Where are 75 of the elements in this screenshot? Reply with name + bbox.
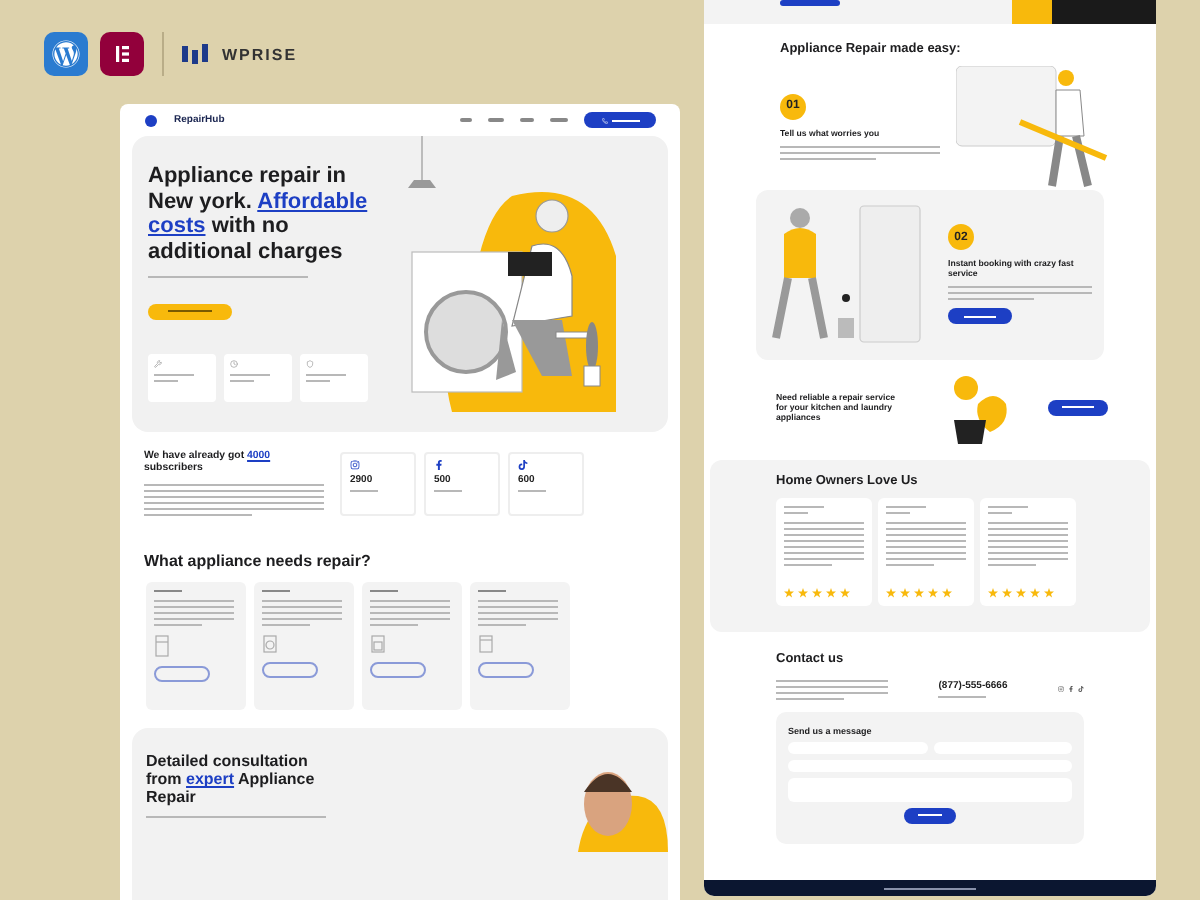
dishwasher-icon [478, 634, 494, 654]
text-placeholder-lines [784, 521, 864, 566]
text-placeholder-lines [948, 286, 1092, 301]
text-placeholder-lines [154, 590, 182, 592]
washing-machine-icon [262, 634, 278, 654]
star-icon [1030, 587, 1040, 598]
phone-icon [601, 117, 607, 123]
photo-placeholder [1012, 0, 1156, 24]
appliance-card[interactable] [146, 582, 246, 710]
book-button[interactable] [948, 308, 1012, 325]
star-icon [840, 587, 850, 598]
wordpress-logo [44, 32, 88, 76]
brand-name: WPRISE [222, 45, 298, 63]
text-placeholder-lines [988, 505, 1028, 514]
text-placeholder-lines [154, 373, 194, 382]
star-icon [928, 587, 938, 598]
text-placeholder-lines [478, 590, 506, 592]
star-icon [1002, 587, 1012, 598]
star-icon [1044, 587, 1054, 598]
text-placeholder-lines [370, 600, 450, 626]
star-icon [900, 587, 910, 598]
star-icon [942, 587, 952, 598]
star-icon [812, 587, 822, 598]
text-placeholder-lines [518, 490, 546, 492]
text-placeholder-lines [938, 696, 987, 699]
star-icon [886, 587, 896, 598]
outline-button[interactable] [154, 666, 210, 682]
star-icon [1016, 587, 1026, 598]
text-placeholder-lines [434, 490, 462, 492]
star-icon [988, 587, 998, 598]
appliance-card[interactable] [362, 582, 462, 710]
facebook-icon[interactable] [1068, 686, 1074, 693]
instagram-icon[interactable] [1058, 686, 1064, 693]
appliance-card[interactable] [470, 582, 570, 710]
pill-button[interactable] [780, 0, 840, 6]
logo-icon [144, 113, 158, 127]
wrench-icon [154, 359, 162, 368]
text-placeholder-lines [370, 590, 398, 592]
outline-button[interactable] [262, 662, 318, 678]
section-heading: What appliance needs repair? [142, 550, 373, 574]
outline-button[interactable] [478, 662, 534, 678]
star-icon [784, 587, 794, 598]
clock-icon [230, 359, 238, 368]
text-placeholder-lines [988, 521, 1068, 566]
tiktok-icon[interactable] [1078, 686, 1084, 693]
star-icon [914, 587, 924, 598]
fridge-icon [154, 634, 170, 658]
contact-button[interactable] [1048, 399, 1108, 416]
text-placeholder-lines [350, 490, 378, 492]
text-placeholder-lines [306, 373, 346, 382]
text-placeholder-lines [262, 600, 342, 626]
phone-button[interactable] [584, 112, 656, 128]
call-button[interactable] [148, 303, 232, 320]
section-heading: Detailed consultation from expert Appliance Repair [146, 752, 317, 808]
text-placeholder-lines [776, 679, 888, 700]
tiktok-icon [518, 460, 528, 470]
section-heading: Appliance repair in New york. Affordable costs with no additional charges [148, 164, 370, 266]
star-icon [826, 587, 836, 598]
text-placeholder-lines [262, 590, 290, 592]
send-button[interactable] [904, 807, 956, 824]
outline-button[interactable] [370, 662, 426, 678]
star-icon [798, 587, 808, 598]
elementor-logo [100, 32, 144, 76]
instagram-icon [350, 460, 360, 470]
wprise-logo-icon [182, 44, 210, 64]
text-placeholder-lines [230, 373, 270, 382]
appliance-card[interactable] [254, 582, 354, 710]
text-placeholder-lines [886, 505, 926, 514]
text-placeholder-lines [478, 600, 558, 626]
text-placeholder-lines [154, 600, 234, 626]
text-placeholder-lines [886, 521, 966, 566]
facebook-icon [434, 460, 444, 470]
oven-icon [370, 634, 386, 654]
text-placeholder-lines [784, 505, 824, 514]
shield-icon [306, 359, 314, 368]
